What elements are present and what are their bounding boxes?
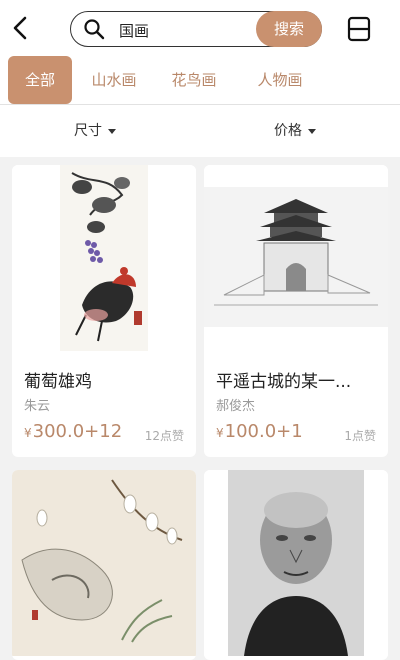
size-filter[interactable]: 尺寸 [74,105,116,157]
product-author: 郝俊杰 [216,399,256,414]
product-image-portrait [204,470,388,656]
price-value: 100.0+1 [224,421,303,442]
product-price: ¥100.0+1 [216,421,303,442]
product-author: 朱云 [24,399,51,414]
product-image-rock-blossom [12,470,196,656]
layout-toggle-button[interactable] [346,16,372,42]
caret-down-icon [108,128,116,134]
search-icon [84,19,105,40]
currency-symbol: ¥ [216,426,224,440]
product-card[interactable] [204,470,388,660]
filter-bar: 尺寸 价格 [0,105,400,157]
category-tabs: 全部 山水画 花鸟画 人物画 [0,56,400,104]
caret-down-icon [308,128,316,134]
size-filter-label: 尺寸 [74,123,102,139]
product-title: 平遥古城的某一... [216,372,352,392]
product-title: 葡萄雄鸡 [24,372,92,392]
top-bar: 国画 搜索 [0,0,400,56]
product-image-rooster-grapes [12,165,196,351]
product-card[interactable]: 平遥古城的某一... 郝俊杰 ¥100.0+1 1点赞 [204,165,388,457]
product-likes: 12点赞 [144,429,184,443]
tab-landscape[interactable]: 山水画 [84,56,144,104]
product-likes: 1点赞 [344,429,376,443]
chevron-left-icon [13,16,27,40]
price-value: 300.0+12 [32,421,123,442]
search-input[interactable]: 国画 搜索 [70,11,322,47]
product-price: ¥300.0+12 [24,421,122,442]
tab-figure[interactable]: 人物画 [250,56,310,104]
product-image-pingyao-tower [204,165,388,327]
product-card[interactable]: 葡萄雄鸡 朱云 ¥300.0+12 12点赞 [12,165,196,457]
price-filter-label: 价格 [274,123,302,139]
search-button[interactable]: 搜索 [256,11,322,47]
product-card[interactable] [12,470,196,660]
currency-symbol: ¥ [24,426,32,440]
price-filter[interactable]: 价格 [274,105,316,157]
search-query[interactable]: 国画 [119,20,149,41]
layout-toggle-icon [347,16,371,42]
tab-all[interactable]: 全部 [8,56,72,104]
tab-flower-bird[interactable]: 花鸟画 [164,56,224,104]
back-button[interactable] [6,12,34,44]
